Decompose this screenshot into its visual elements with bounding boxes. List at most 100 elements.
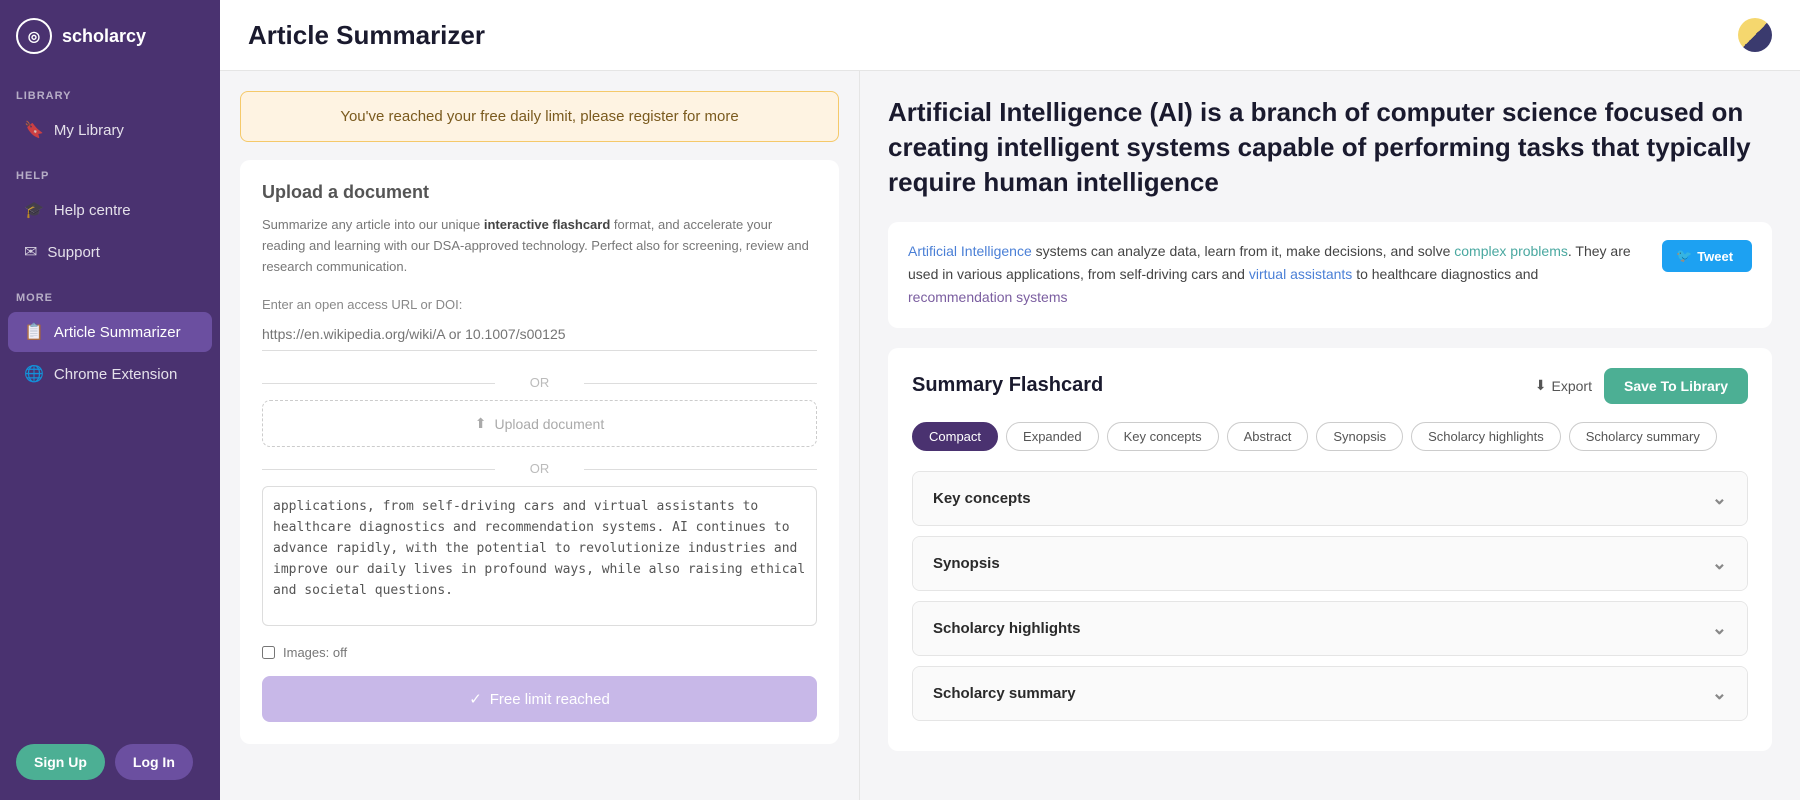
upload-desc-bold: interactive flashcard (484, 217, 610, 232)
url-label: Enter an open access URL or DOI: (262, 297, 817, 312)
images-checkbox-row: Images: off (262, 645, 817, 660)
accordion-header-key-concepts[interactable]: Key concepts ⌄ (913, 472, 1747, 525)
accordion-label-key-concepts: Key concepts (933, 490, 1031, 507)
graduation-icon: 🎓 (24, 200, 44, 220)
article-headline: Artificial Intelligence (AI) is a branch… (888, 95, 1772, 200)
summary-excerpt-text: Artificial Intelligence systems can anal… (908, 240, 1646, 309)
sidebar-item-label: Chrome Extension (54, 366, 177, 383)
tab-synopsis[interactable]: Synopsis (1316, 422, 1403, 451)
tweet-label: Tweet (1697, 249, 1733, 264)
tab-compact[interactable]: Compact (912, 422, 998, 451)
accordion-header-scholarcy-highlights[interactable]: Scholarcy highlights ⌄ (913, 602, 1747, 655)
sidebar-item-label: My Library (54, 122, 124, 139)
sidebar-item-article-summarizer[interactable]: 📋 Article Summarizer (8, 312, 212, 352)
summary-excerpt-card: Artificial Intelligence systems can anal… (888, 222, 1772, 327)
excerpt-text3: to healthcare diagnostics and (1352, 266, 1538, 282)
main-content: Article Summarizer You've reached your f… (220, 0, 1800, 800)
link-artificial-intelligence[interactable]: Artificial Intelligence (908, 243, 1032, 259)
app-logo: ◎ scholarcy (0, 0, 220, 72)
export-label: Export (1552, 378, 1592, 394)
images-checkbox[interactable] (262, 646, 275, 659)
upload-title: Upload a document (262, 182, 817, 203)
upload-btn-label: Upload document (494, 416, 604, 432)
free-limit-button: ✓ Free limit reached (262, 676, 817, 722)
content-area: You've reached your free daily limit, pl… (220, 71, 1800, 800)
accordion-header-scholarcy-summary[interactable]: Scholarcy summary ⌄ (913, 667, 1747, 720)
alert-banner: You've reached your free daily limit, pl… (240, 91, 839, 142)
accordion-key-concepts: Key concepts ⌄ (912, 471, 1748, 526)
section-label-more: MORE (0, 274, 220, 310)
upload-desc-plain: Summarize any article into our unique (262, 217, 484, 232)
mail-icon: ✉ (24, 242, 37, 262)
flashcard-header: Summary Flashcard ⬇ Export Save To Libra… (912, 368, 1748, 404)
globe-icon: 🌐 (24, 364, 44, 384)
tweet-button[interactable]: 🐦 Tweet (1662, 240, 1752, 272)
section-label-library: LIBRARY (0, 72, 220, 108)
app-name: scholarcy (62, 26, 146, 47)
upload-document-button[interactable]: ⬆ Upload document (262, 400, 817, 447)
tab-scholarcy-highlights[interactable]: Scholarcy highlights (1411, 422, 1561, 451)
sidebar-section-help: HELP 🎓 Help centre ✉ Support (0, 152, 220, 274)
link-complex-problems[interactable]: complex problems (1454, 243, 1568, 259)
checkmark-icon: ✓ (469, 690, 482, 708)
accordion-synopsis: Synopsis ⌄ (912, 536, 1748, 591)
or-divider-2: OR (262, 461, 817, 476)
sign-up-button[interactable]: Sign Up (16, 744, 105, 780)
upload-section: Upload a document Summarize any article … (240, 160, 839, 744)
theme-toggle-button[interactable] (1738, 18, 1772, 52)
accordion-label-synopsis: Synopsis (933, 555, 1000, 572)
export-button[interactable]: ⬇ Export (1535, 377, 1592, 394)
sidebar-item-label: Article Summarizer (54, 324, 181, 341)
chevron-down-icon: ⌄ (1712, 618, 1727, 639)
save-to-library-button[interactable]: Save To Library (1604, 368, 1748, 404)
document-textarea[interactable] (262, 486, 817, 626)
tab-expanded[interactable]: Expanded (1006, 422, 1099, 451)
flashcard-actions: ⬇ Export Save To Library (1535, 368, 1748, 404)
flashcard-section: Summary Flashcard ⬇ Export Save To Libra… (888, 348, 1772, 751)
accordion-header-synopsis[interactable]: Synopsis ⌄ (913, 537, 1747, 590)
tab-scholarcy-summary[interactable]: Scholarcy summary (1569, 422, 1717, 451)
upload-icon: ⬆ (475, 415, 487, 432)
sidebar-item-support[interactable]: ✉ Support (8, 232, 212, 272)
left-panel: You've reached your free daily limit, pl… (220, 71, 860, 800)
bookmark-icon: 🔖 (24, 120, 44, 140)
export-icon: ⬇ (1535, 377, 1547, 394)
sidebar-item-label: Help centre (54, 202, 131, 219)
sidebar-section-more: MORE 📋 Article Summarizer 🌐 Chrome Exten… (0, 274, 220, 396)
tab-bar: Compact Expanded Key concepts AbstractSynop… (912, 422, 1748, 451)
link-virtual-assistants[interactable]: virtual assistants (1249, 266, 1352, 282)
link-recommendation-systems[interactable]: recommendation systems (908, 289, 1068, 305)
url-input[interactable] (262, 318, 817, 351)
sidebar-item-help-centre[interactable]: 🎓 Help centre (8, 190, 212, 230)
clipboard-icon: 📋 (24, 322, 44, 342)
auth-buttons: Sign Up Log In (0, 744, 220, 780)
section-label-help: HELP (0, 152, 220, 188)
sidebar-item-chrome-extension[interactable]: 🌐 Chrome Extension (8, 354, 212, 394)
log-in-button[interactable]: Log In (115, 744, 193, 780)
flashcard-title: Summary Flashcard (912, 374, 1103, 397)
images-label: Images: off (283, 645, 347, 660)
accordion-label-scholarcy-summary: Scholarcy summary (933, 685, 1076, 702)
or-divider-1: OR (262, 375, 817, 390)
free-limit-label: Free limit reached (490, 691, 610, 708)
sidebar-item-my-library[interactable]: 🔖 My Library (8, 110, 212, 150)
logo-icon: ◎ (16, 18, 52, 54)
tab-key-concepts[interactable]: Key concepts (1107, 422, 1219, 451)
accordion-scholarcy-summary: Scholarcy summary ⌄ (912, 666, 1748, 721)
upload-desc: Summarize any article into our unique in… (262, 215, 817, 277)
twitter-icon: 🐦 (1676, 248, 1692, 264)
chevron-down-icon: ⌄ (1712, 553, 1727, 574)
chevron-down-icon: ⌄ (1712, 488, 1727, 509)
header: Article Summarizer (220, 0, 1800, 71)
accordions: Key concepts⌄Synopsis⌄Scholarcy highligh… (912, 471, 1748, 721)
text-area-wrapper (262, 486, 817, 631)
chevron-down-icon: ⌄ (1712, 683, 1727, 704)
sidebar-section-library: LIBRARY 🔖 My Library (0, 72, 220, 152)
sidebar-item-label: Support (47, 244, 100, 261)
right-panel: Artificial Intelligence (AI) is a branch… (860, 71, 1800, 800)
tab-abstract[interactable]: Abstract (1227, 422, 1309, 451)
excerpt-text1: systems can analyze data, learn from it,… (1032, 243, 1455, 259)
accordion-label-scholarcy-highlights: Scholarcy highlights (933, 620, 1081, 637)
sidebar: ◎ scholarcy LIBRARY 🔖 My Library HELP 🎓 … (0, 0, 220, 800)
page-title: Article Summarizer (248, 20, 485, 51)
